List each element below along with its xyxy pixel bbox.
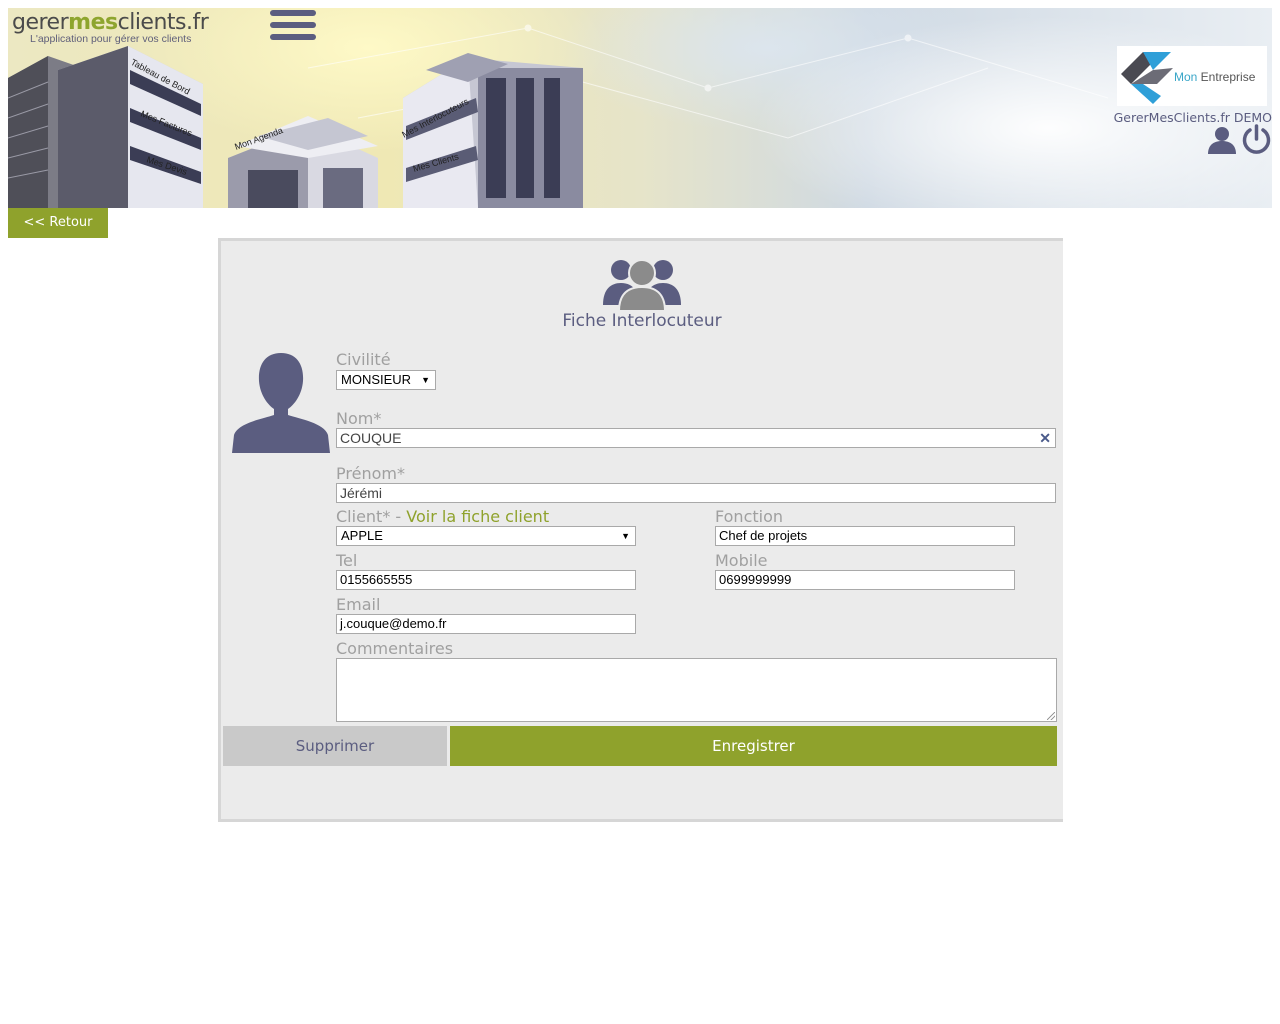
mobile-label: Mobile [715,551,768,570]
client-select[interactable]: APPLE ▼ [336,526,636,546]
commentaires-textarea[interactable] [336,658,1057,722]
delete-button[interactable]: Supprimer [223,726,447,766]
account-label: GererMesClients.fr DEMO [1113,110,1272,125]
nom-value: COUQUE [340,430,402,446]
user-icon[interactable] [1207,126,1237,154]
civilite-label: Civilité [336,350,391,369]
contact-form-card: Fiche Interlocuteur Civilité MONSIEUR ▼ N… [218,238,1063,822]
tel-label: Tel [336,551,358,570]
nom-label: Nom* [336,409,382,428]
menu-icon[interactable] [270,10,316,46]
company-logo[interactable]: Mon Entreprise [1117,46,1267,106]
save-button[interactable]: Enregistrer [450,726,1057,766]
client-value: APPLE [341,528,383,543]
tel-input[interactable]: 0155665555 [336,570,636,590]
clear-icon[interactable]: ✕ [1039,429,1051,447]
mobile-input[interactable]: 0699999999 [715,570,1015,590]
commentaires-label: Commentaires [336,639,454,658]
company-name: Mon Entreprise [1174,70,1256,84]
prenom-label: Prénom* [336,464,405,483]
fonction-input[interactable]: Chef de projets [715,526,1015,546]
header-banner: Tableau de Bord Mes Factures Mes Devis M… [8,8,1272,208]
email-label: Email [336,595,381,614]
prenom-input[interactable]: Jérémi [336,483,1056,503]
nom-input[interactable]: COUQUE ✕ [336,428,1056,448]
civilite-select[interactable]: MONSIEUR ▼ [336,370,436,390]
logo-text: gerermesclients.fr [12,10,209,35]
back-button[interactable]: << Retour [8,208,108,238]
group-icon [603,259,681,311]
email-input[interactable]: j.couque@demo.fr [336,614,636,634]
client-label: Client* - Voir la fiche client [336,507,550,526]
voir-fiche-client-link[interactable]: Voir la fiche client [406,507,549,526]
civilite-value: MONSIEUR [341,372,412,387]
dropdown-arrow-icon: ▼ [421,375,430,385]
resize-handle[interactable] [1047,712,1055,720]
dropdown-arrow-icon: ▼ [621,531,630,541]
logo-tagline: L'application pour gérer vos clients [30,33,192,45]
fonction-label: Fonction [715,507,784,526]
avatar-icon [232,353,330,453]
company-logo-icon [1121,52,1173,104]
app-logo[interactable]: gerermesclients.fr L'application pour gé… [12,10,209,45]
power-icon[interactable] [1241,124,1272,155]
form-title: Fiche Interlocuteur [562,311,722,331]
